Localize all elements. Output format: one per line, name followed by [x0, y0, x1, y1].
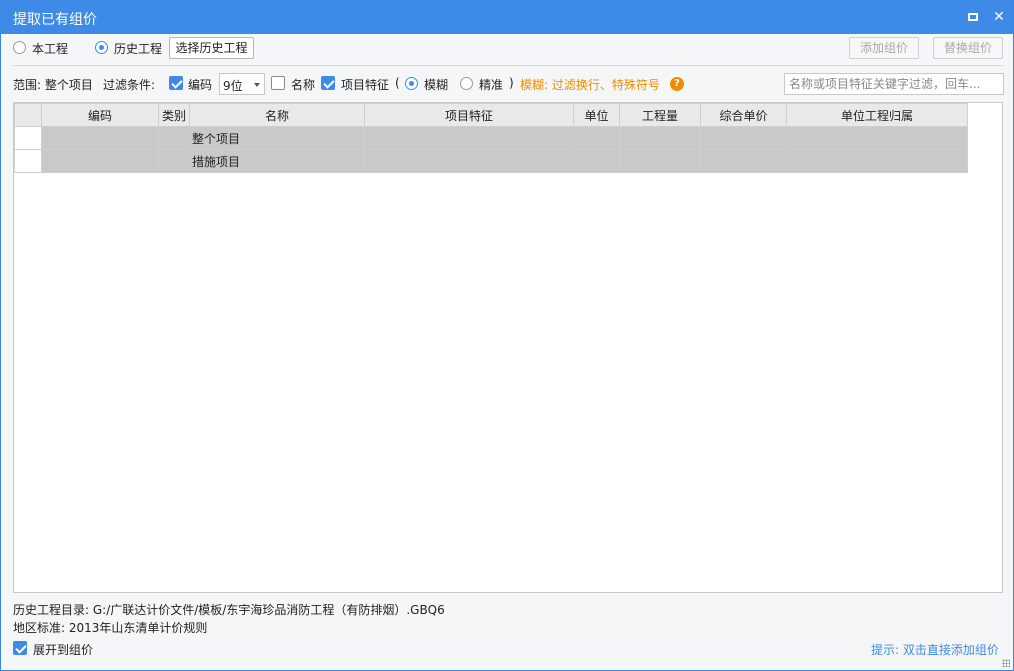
feature-label: 项目特征 [341, 78, 390, 92]
cell-price[interactable] [700, 126, 787, 150]
col-header-code[interactable]: 编码 [41, 103, 159, 127]
cell-unit[interactable] [573, 126, 620, 150]
radio-current-label: 本工程 [32, 42, 69, 56]
title-bar[interactable]: 提取已有组价 ✕ [1, 1, 1013, 34]
filter-condition-label: 过滤条件: [103, 78, 156, 92]
dialog-window: 提取已有组价 ✕ 本工程 历史工程 选择历史工程 添加组价 替换组价 范围: 整… [0, 0, 1014, 671]
cell-feature[interactable] [364, 126, 574, 150]
code-digits-value: 9位 [223, 79, 243, 93]
col-header-qty[interactable]: 工程量 [619, 103, 701, 127]
radio-current-project[interactable] [13, 41, 26, 54]
name-checkbox[interactable] [271, 76, 285, 90]
table-row[interactable]: 措施项目 [14, 149, 968, 173]
add-pricing-button[interactable]: 添加组价 [849, 37, 919, 59]
expand-label: 展开到组价 [33, 643, 94, 657]
hint-text: 提示: 双击直接添加组价 [871, 643, 999, 657]
cell-name[interactable]: 整个项目 [189, 126, 365, 150]
expand-checkbox[interactable] [13, 641, 27, 655]
cell-type[interactable] [158, 126, 190, 150]
row-header[interactable] [14, 149, 42, 173]
col-header-price[interactable]: 综合单价 [700, 103, 787, 127]
table-row[interactable]: 整个项目 [14, 126, 968, 150]
code-digits-select[interactable]: 9位 [219, 73, 265, 95]
cell-name[interactable]: 措施项目 [189, 149, 365, 173]
cell-feature[interactable] [364, 149, 574, 173]
radio-exact[interactable] [460, 77, 473, 90]
paren-close: ) [509, 76, 514, 90]
fuzzy-tip: 模糊: 过滤换行、特殊符号 [520, 78, 660, 92]
exact-label: 精准 [479, 78, 504, 92]
grid-header-row: 编码 类别 名称 项目特征 单位 工程量 综合单价 单位工程归属 [14, 103, 968, 127]
cell-belong[interactable] [786, 149, 968, 173]
row-header[interactable] [14, 126, 42, 150]
cell-qty[interactable] [619, 149, 701, 173]
scope-label: 范围: 整个项目 [13, 78, 93, 92]
cell-belong[interactable] [786, 126, 968, 150]
cell-unit[interactable] [573, 149, 620, 173]
chevron-down-icon [254, 83, 260, 87]
pricing-grid[interactable]: 编码 类别 名称 项目特征 单位 工程量 综合单价 单位工程归属 整个项目 措施… [13, 102, 1003, 593]
fuzzy-label: 模糊 [424, 78, 449, 92]
radio-history-label: 历史工程 [114, 42, 163, 56]
dialog-title: 提取已有组价 [13, 12, 97, 28]
cell-qty[interactable] [619, 126, 701, 150]
col-header-belong[interactable]: 单位工程归属 [786, 103, 968, 127]
select-history-button[interactable]: 选择历史工程 [169, 37, 254, 59]
cell-code[interactable] [41, 126, 159, 150]
resize-grip-icon[interactable] [1002, 659, 1010, 667]
maximize-icon[interactable] [963, 7, 983, 27]
col-header-feature[interactable]: 项目特征 [364, 103, 574, 127]
col-header-type[interactable]: 类别 [158, 103, 190, 127]
paren-open: ( [395, 76, 400, 90]
history-dir-text: 历史工程目录: G:/广联达计价文件/模板/东宇海珍品消防工程（有防排烟）.GB… [13, 603, 445, 617]
code-label: 编码 [188, 78, 213, 92]
cell-type[interactable] [158, 149, 190, 173]
col-header-name[interactable]: 名称 [189, 103, 365, 127]
help-icon[interactable]: ? [670, 77, 684, 91]
col-header-unit[interactable]: 单位 [573, 103, 620, 127]
code-checkbox[interactable] [169, 76, 183, 90]
replace-pricing-button[interactable]: 替换组价 [933, 37, 1003, 59]
divider [13, 65, 1003, 66]
grid-header-corner [14, 103, 42, 127]
radio-fuzzy[interactable] [405, 77, 418, 90]
close-icon[interactable]: ✕ [989, 7, 1009, 27]
radio-history-project[interactable] [95, 41, 108, 54]
keyword-filter-input[interactable] [784, 73, 1004, 95]
cell-price[interactable] [700, 149, 787, 173]
name-label: 名称 [291, 78, 316, 92]
cell-code[interactable] [41, 149, 159, 173]
region-standard-text: 地区标准: 2013年山东清单计价规则 [13, 621, 208, 635]
feature-checkbox[interactable] [321, 76, 335, 90]
